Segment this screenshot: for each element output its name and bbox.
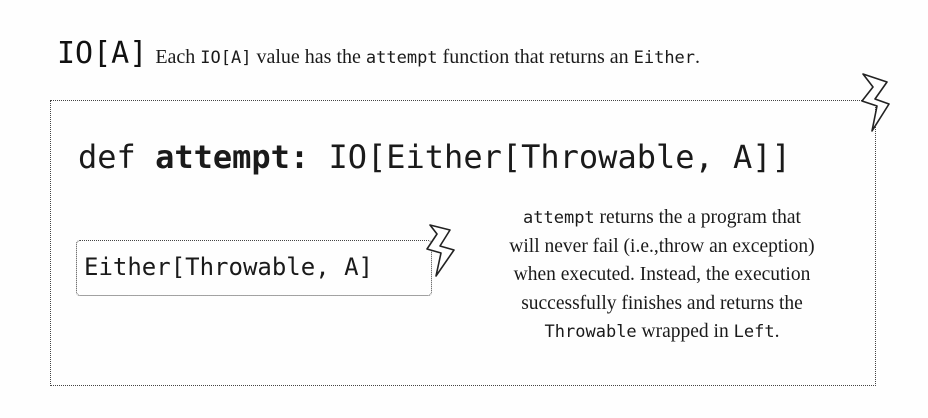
callout-pointers: [426, 73, 890, 277]
inner-box-callout-icon: [426, 224, 455, 277]
outer-box-callout-icon: [861, 73, 890, 132]
diagram-canvas: IO[A] Each IO[A] value has the attempt f…: [0, 0, 928, 418]
